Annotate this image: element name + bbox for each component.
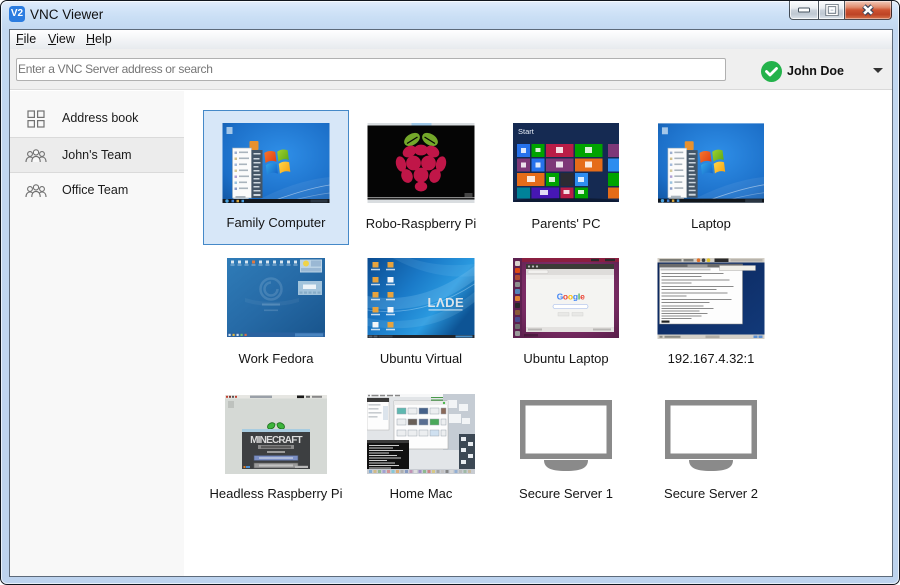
svg-text:e: e xyxy=(580,292,585,302)
svg-text:MINECRAFT: MINECRAFT xyxy=(250,435,302,446)
svg-text:LΛDE: LΛDE xyxy=(428,295,465,310)
svg-text:Start: Start xyxy=(518,127,535,136)
